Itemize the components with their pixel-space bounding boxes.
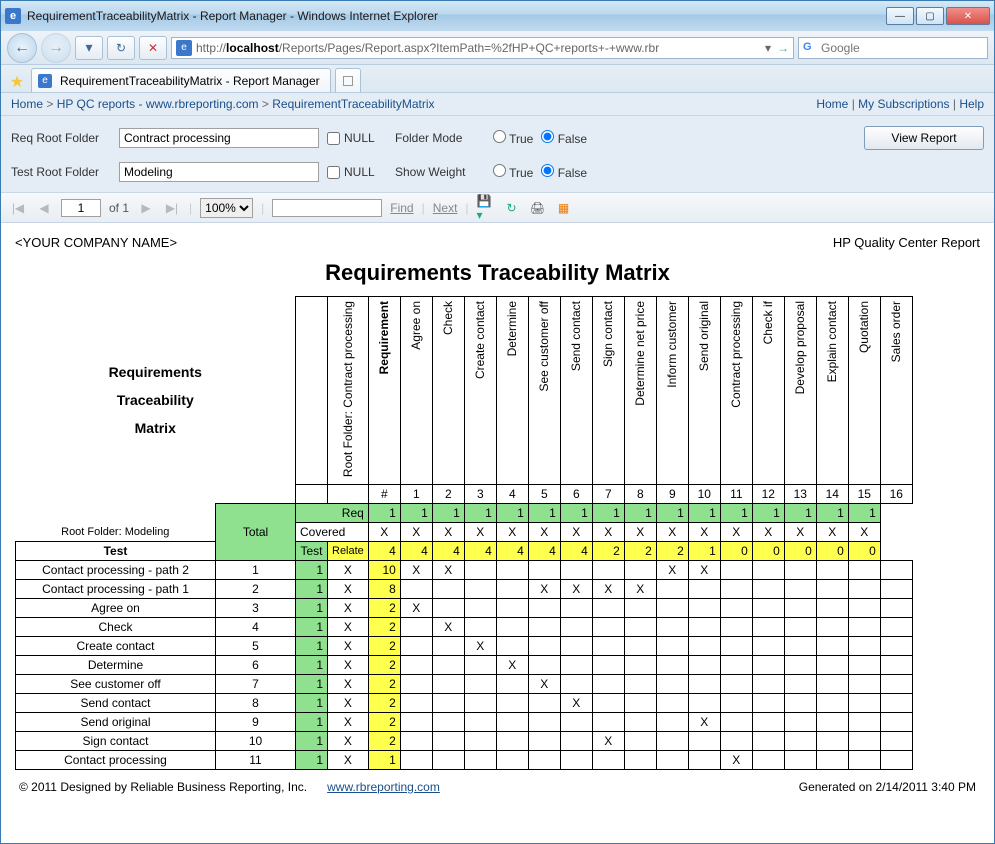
table-row: Send contact81X2X [16, 694, 913, 713]
first-page-icon[interactable]: |◀ [9, 199, 27, 217]
footer-copy: © 2011 Designed by Reliable Business Rep… [19, 780, 307, 794]
go-button[interactable]: → [777, 41, 789, 55]
google-icon: G [803, 41, 817, 55]
forward-button[interactable]: → [41, 33, 71, 63]
close-button[interactable]: ✕ [946, 7, 990, 25]
print-icon[interactable]: 🖨 [529, 199, 547, 217]
export-icon[interactable]: 💾▾ [477, 199, 495, 217]
tab-title: RequirementTraceabilityMatrix - Report M… [60, 74, 320, 88]
zoom-select[interactable]: 100% [200, 198, 253, 218]
window-title: RequirementTraceabilityMatrix - Report M… [27, 9, 886, 23]
page-icon: e [176, 40, 192, 56]
refresh-report-icon[interactable]: ↻ [503, 199, 521, 217]
link-subs[interactable]: My Subscriptions [858, 97, 949, 111]
req-root-input[interactable] [119, 128, 319, 148]
parameter-panel: Req Root Folder NULL Folder Mode True Fa… [1, 116, 994, 193]
folder-mode-true[interactable] [493, 130, 506, 143]
footer-generated: Generated on 2/14/2011 3:40 PM [799, 780, 976, 794]
traceability-matrix: RequirementsTraceabilityMatrixRoot Folde… [15, 296, 913, 770]
page-input[interactable] [61, 199, 101, 217]
find-link[interactable]: Find [390, 201, 413, 215]
bc-report[interactable]: RequirementTraceabilityMatrix [272, 97, 434, 111]
url-dropdown-icon[interactable]: ▾ [765, 41, 771, 55]
table-row: Contact processing111X1X [16, 751, 913, 770]
refresh-button[interactable]: ↻ [107, 36, 135, 60]
req-null-checkbox[interactable] [327, 132, 340, 145]
table-row: Contact processing - path 211X10XXXX [16, 561, 913, 580]
folder-mode-label: Folder Mode [395, 131, 485, 145]
page-of-label: of 1 [109, 201, 129, 215]
show-weight-true[interactable] [493, 164, 506, 177]
minimize-button[interactable]: — [886, 7, 914, 25]
new-tab-button[interactable] [335, 68, 361, 92]
find-input[interactable] [272, 199, 382, 217]
next-page-icon[interactable]: ▶ [137, 199, 155, 217]
report-footer: © 2011 Designed by Reliable Business Rep… [15, 770, 980, 794]
dropdown-button[interactable]: ▾ [75, 36, 103, 60]
company-name: <YOUR COMPANY NAME> [15, 235, 177, 250]
newtab-icon [343, 76, 353, 86]
window-titlebar: e RequirementTraceabilityMatrix - Report… [1, 1, 994, 31]
browser-toolbar: ← → ▾ ↻ ✕ e http://localhost/Reports/Pag… [1, 31, 994, 65]
table-row: Sign contact101X2X [16, 732, 913, 751]
show-weight-label: Show Weight [395, 165, 485, 179]
test-null-checkbox[interactable] [327, 166, 340, 179]
footer-link[interactable]: www.rbreporting.com [327, 780, 440, 794]
table-row: Contact processing - path 121X8XXXX [16, 580, 913, 599]
url-text: http://localhost/Reports/Pages/Report.as… [196, 41, 765, 55]
test-root-input[interactable] [119, 162, 319, 182]
tab-strip: ★ e RequirementTraceabilityMatrix - Repo… [1, 65, 994, 93]
report-toolbar: |◀ ◀ of 1 ▶ ▶| | 100% | Find | Next | 💾▾… [1, 193, 994, 223]
bc-home[interactable]: Home [11, 97, 43, 111]
prev-page-icon[interactable]: ◀ [35, 199, 53, 217]
view-report-button[interactable]: View Report [864, 126, 984, 150]
favorites-icon[interactable]: ★ [7, 72, 27, 92]
tab-favicon: e [38, 74, 52, 88]
search-input[interactable] [821, 41, 983, 55]
next-link[interactable]: Next [433, 201, 458, 215]
bc-folder[interactable]: HP QC reports - www.rbreporting.com [57, 97, 259, 111]
test-root-label: Test Root Folder [11, 165, 111, 179]
req-root-label: Req Root Folder [11, 131, 111, 145]
table-row: Determine61X2X [16, 656, 913, 675]
back-button[interactable]: ← [7, 33, 37, 63]
browser-tab[interactable]: e RequirementTraceabilityMatrix - Report… [31, 68, 331, 92]
folder-mode-false[interactable] [541, 130, 554, 143]
address-bar[interactable]: e http://localhost/Reports/Pages/Report.… [171, 37, 794, 59]
table-row: See customer off71X2X [16, 675, 913, 694]
export-data-icon[interactable]: ▦ [555, 199, 573, 217]
report-body: <YOUR COMPANY NAME> HP Quality Center Re… [1, 223, 994, 843]
maximize-button[interactable]: ▢ [916, 7, 944, 25]
table-row: Send original91X2X [16, 713, 913, 732]
link-home[interactable]: Home [816, 97, 848, 111]
table-row: Create contact51X2X [16, 637, 913, 656]
last-page-icon[interactable]: ▶| [163, 199, 181, 217]
table-row: Check41X2X [16, 618, 913, 637]
show-weight-false[interactable] [541, 164, 554, 177]
search-box[interactable]: G [798, 37, 988, 59]
table-row: Agree on31X2X [16, 599, 913, 618]
app-favicon: e [5, 8, 21, 24]
stop-button[interactable]: ✕ [139, 36, 167, 60]
report-title: Requirements Traceability Matrix [15, 260, 980, 286]
link-help[interactable]: Help [959, 97, 984, 111]
report-manager-breadcrumb: Home > HP QC reports - www.rbreporting.c… [1, 93, 994, 116]
report-subtitle: HP Quality Center Report [833, 235, 980, 250]
